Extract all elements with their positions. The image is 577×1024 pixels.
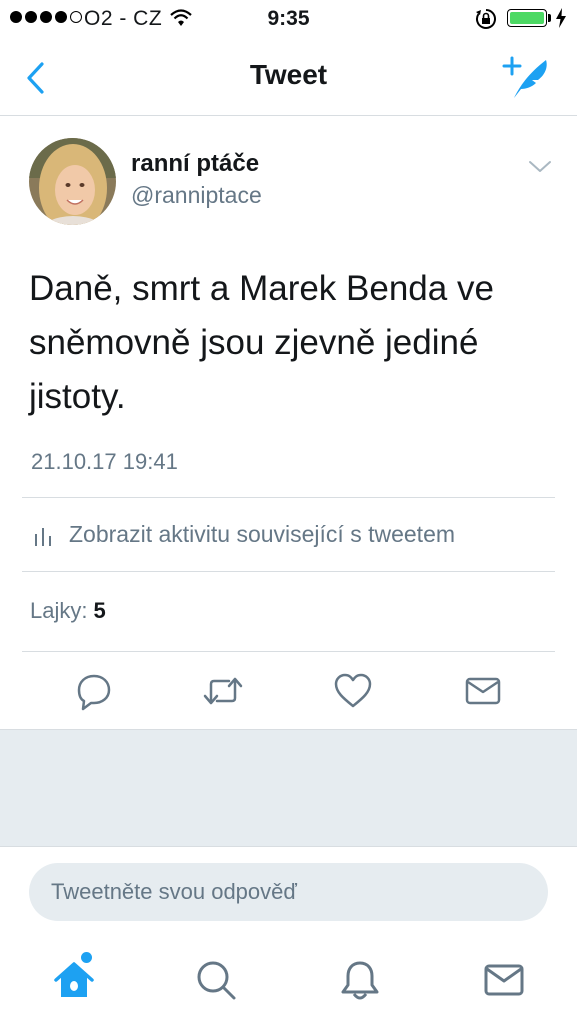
divider: [22, 571, 555, 572]
search-icon[interactable]: [194, 958, 238, 1002]
view-tweet-activity-link[interactable]: Zobrazit aktivitu související s tweetem: [22, 498, 555, 571]
battery-icon: [507, 9, 547, 27]
navigation-bar: Tweet: [0, 40, 577, 116]
author-handle[interactable]: @ranniptace: [131, 182, 262, 209]
status-bar: O2 - CZ 9:35: [0, 0, 577, 40]
likes-count: 5: [93, 598, 106, 623]
avatar[interactable]: [29, 138, 116, 225]
rotation-lock-icon: [476, 9, 496, 29]
charging-bolt-icon: [556, 8, 566, 28]
tweet-text: Daně, smrt a Marek Benda ve sněmovně jso…: [29, 269, 494, 416]
divider: [22, 651, 555, 652]
activity-label: Zobrazit aktivitu související s tweetem: [69, 521, 456, 547]
battery-tip: [548, 14, 551, 22]
page-title: Tweet: [249, 59, 328, 90]
compose-tweet-button[interactable]: [500, 54, 552, 100]
likes-label: Lajky:: [30, 598, 88, 623]
retweet-icon[interactable]: [203, 671, 243, 711]
author-name[interactable]: ranní ptáče: [131, 150, 259, 178]
replies-area: [0, 729, 577, 847]
direct-message-icon[interactable]: [463, 671, 503, 711]
new-content-badge: [81, 952, 92, 963]
reply-input[interactable]: [29, 863, 548, 921]
chevron-down-icon[interactable]: [527, 156, 553, 176]
bar-chart-icon: [35, 528, 51, 546]
like-icon[interactable]: [333, 671, 373, 711]
tweet-timestamp: 21.10.17 19:41: [31, 449, 178, 474]
likes-summary[interactable]: Lajky: 5: [30, 598, 106, 624]
reply-icon[interactable]: [74, 671, 114, 711]
messages-icon[interactable]: [482, 958, 526, 1002]
notifications-icon[interactable]: [338, 958, 382, 1002]
home-icon[interactable]: [52, 958, 96, 1002]
